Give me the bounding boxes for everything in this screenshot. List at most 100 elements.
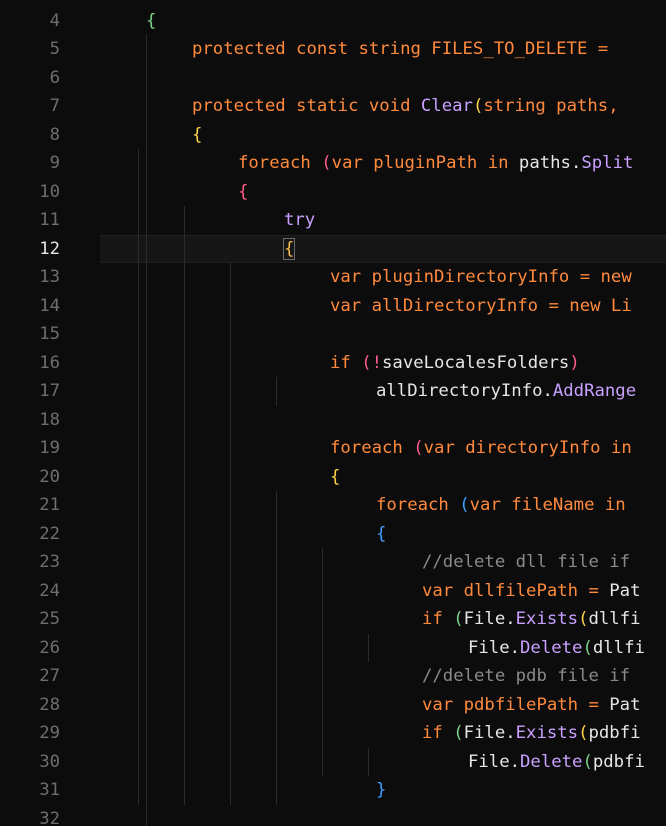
line-number: 13 <box>39 267 60 287</box>
code-token: var fileName in <box>469 495 637 515</box>
code-token: if <box>422 723 454 743</box>
line-number: 25 <box>39 609 60 629</box>
code-token: ( <box>321 153 332 173</box>
code-line[interactable]: protected static void Clear(string paths… <box>192 92 619 121</box>
code-token: pdbfi <box>592 751 645 772</box>
code-line[interactable]: if (File.Exists(pdbfi <box>422 719 641 748</box>
line-number: 30 <box>39 751 60 772</box>
code-line[interactable]: } <box>376 776 386 805</box>
line-number: 29 <box>39 723 60 743</box>
code-token: if <box>422 609 454 629</box>
code-token: var pluginDirectoryInfo = new <box>330 267 632 287</box>
code-identifier: Delete <box>520 637 583 658</box>
line-number: 5 <box>49 39 60 59</box>
code-token: Pat <box>609 580 641 601</box>
code-comment: //delete dll file if <box>422 552 631 572</box>
code-identifier: Delete <box>520 751 583 772</box>
line-number: 11 <box>39 210 60 230</box>
line-number: 24 <box>39 580 60 601</box>
line-number: 21 <box>39 495 60 515</box>
code-token: var pluginPath in <box>331 153 519 173</box>
line-number: 7 <box>49 96 60 116</box>
code-area[interactable]: { protected const string FILES_TO_DELETE … <box>100 0 666 826</box>
line-number: 32 <box>39 808 60 826</box>
code-token: ! <box>371 352 383 373</box>
code-line[interactable]: foreach (var fileName in <box>376 491 636 520</box>
code-token: dllfi <box>592 637 645 658</box>
code-token: dllfi <box>588 609 641 629</box>
line-number: 4 <box>49 10 60 31</box>
line-number: 31 <box>39 780 60 800</box>
code-token: foreach <box>376 495 460 515</box>
line-number: 16 <box>39 352 60 373</box>
line-number-gutter: 4 5 6 7 8 9 10 11 12 13 14 15 16 17 18 19 20 21 22 23 24 25 26… <box>0 0 100 826</box>
code-token: protected static void <box>192 96 421 116</box>
code-line[interactable]: foreach (var directoryInfo in <box>330 434 632 463</box>
code-line[interactable]: { <box>146 7 156 36</box>
code-token: pdbfi <box>588 723 641 743</box>
line-number: 12 <box>39 238 60 259</box>
code-token: File. <box>468 637 521 658</box>
code-line[interactable]: var allDirectoryInfo = new Li <box>330 292 632 321</box>
code-line[interactable]: if (File.Exists(dllfi <box>422 605 641 634</box>
code-token: ( <box>459 495 470 515</box>
line-number: 19 <box>39 438 60 458</box>
code-token: { <box>282 237 296 260</box>
code-token: ( <box>578 723 589 743</box>
code-token: { <box>146 10 157 31</box>
code-token: saveLocalesFolders <box>382 352 570 373</box>
code-identifier: try <box>284 210 316 230</box>
line-number: 27 <box>39 666 60 686</box>
code-line[interactable]: var dllfilePath = Pat <box>422 577 641 606</box>
code-token: protected const string FILES_TO_DELETE = <box>192 39 619 59</box>
code-token: if <box>330 352 362 373</box>
code-identifier: Exists <box>515 723 579 743</box>
code-line[interactable]: allDirectoryInfo.AddRange <box>376 377 636 406</box>
line-number: 14 <box>39 295 60 316</box>
line-number: 10 <box>39 181 60 202</box>
code-line[interactable]: var pdbfilePath = Pat <box>422 691 641 720</box>
code-token: var pdbfilePath = <box>422 694 610 715</box>
code-line[interactable]: { <box>376 520 386 549</box>
code-line[interactable]: foreach (var pluginPath in paths.Split <box>238 149 633 178</box>
code-line[interactable]: { <box>238 178 248 207</box>
code-token: ( <box>582 751 593 772</box>
code-line[interactable]: //delete dll file if <box>422 548 630 577</box>
code-line[interactable]: protected const string FILES_TO_DELETE = <box>192 35 619 64</box>
code-token: ( <box>578 609 589 629</box>
code-line[interactable]: var pluginDirectoryInfo = new <box>330 263 632 292</box>
code-comment: //delete pdb file if <box>422 666 631 686</box>
code-identifier: Exists <box>515 609 579 629</box>
code-editor[interactable]: 4 5 6 7 8 9 10 11 12 13 14 15 16 17 18 19 20 21 22 23 24 25 26… <box>0 0 666 826</box>
code-token: ) <box>569 352 580 373</box>
code-token: ( <box>472 96 484 116</box>
line-number: 28 <box>39 694 60 715</box>
code-line[interactable]: if (!saveLocalesFolders) <box>330 349 580 378</box>
code-identifier: Split <box>581 153 634 173</box>
line-number: 15 <box>39 324 60 344</box>
code-token: var allDirectoryInfo = new Li <box>330 295 632 316</box>
code-line[interactable]: File.Delete(dllfi <box>468 634 645 663</box>
code-line[interactable]: { <box>282 235 296 264</box>
code-token: ( <box>413 438 424 458</box>
code-line[interactable]: try <box>284 206 315 235</box>
code-token: ( <box>453 723 464 743</box>
code-token: var dllfilePath = <box>422 580 610 601</box>
code-token: { <box>192 124 203 145</box>
code-token: { <box>376 523 387 544</box>
code-token: File. <box>463 609 516 629</box>
code-token: foreach <box>238 153 322 173</box>
code-token: File. <box>463 723 516 743</box>
code-token: { <box>330 466 341 487</box>
code-line[interactable]: //delete pdb file if <box>422 662 630 691</box>
line-number: 26 <box>39 637 60 658</box>
code-line[interactable]: { <box>330 463 340 492</box>
line-number: 22 <box>39 523 60 544</box>
code-token: } <box>376 780 387 800</box>
code-token: paths. <box>518 153 582 173</box>
line-number: 9 <box>49 153 60 173</box>
code-line[interactable]: File.Delete(pdbfi <box>468 748 645 777</box>
code-line[interactable]: { <box>192 121 202 150</box>
code-identifier: AddRange <box>552 381 637 401</box>
code-token: { <box>238 181 249 202</box>
